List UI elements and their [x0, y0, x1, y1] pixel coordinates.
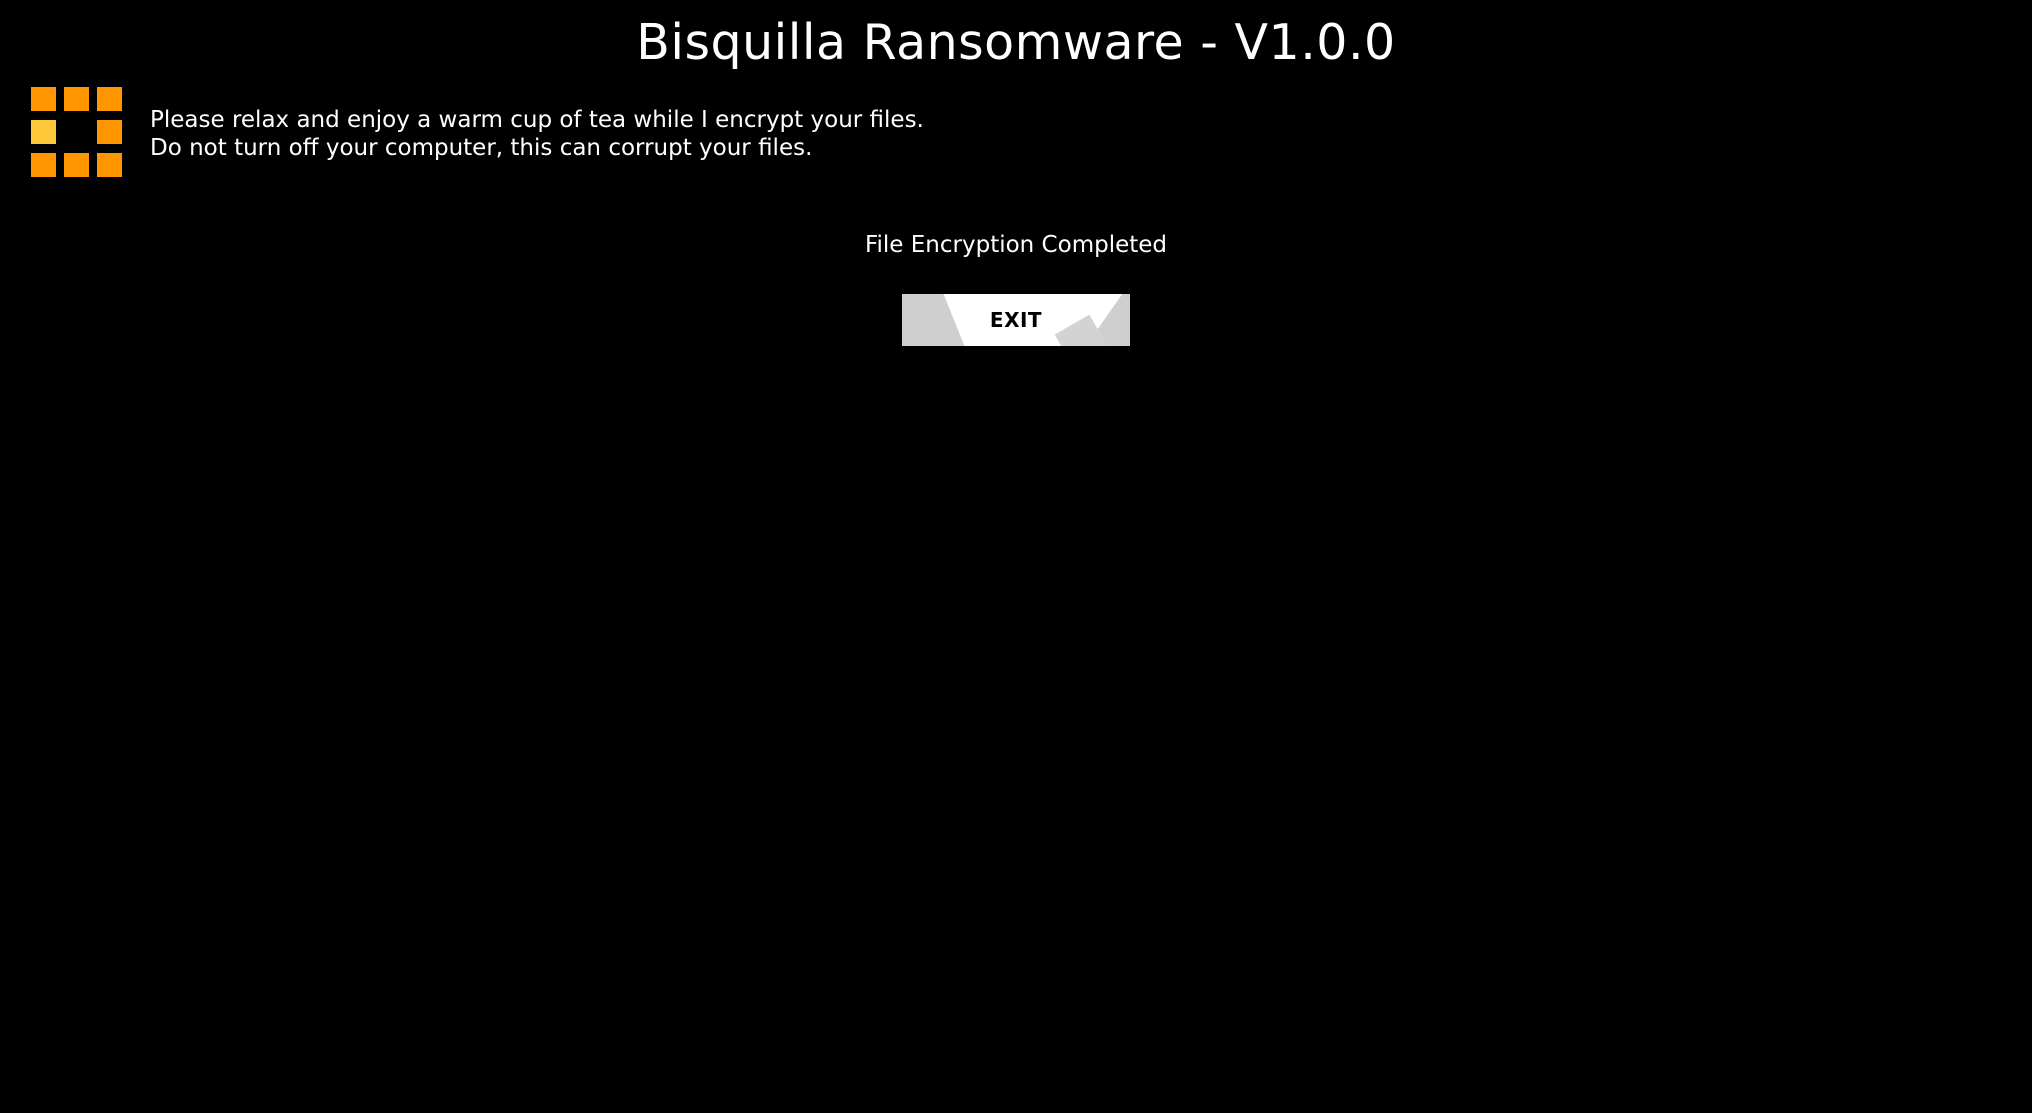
spinner-cell [64, 153, 89, 177]
ransomware-window: Bisquilla Ransomware - V1.0.0 Please rel… [0, 0, 2032, 1113]
exit-button[interactable]: EXIT [902, 294, 1130, 346]
spinner-cell [97, 87, 122, 111]
info-message: Please relax and enjoy a warm cup of tea… [150, 106, 924, 162]
spinner-cell [97, 120, 122, 144]
exit-button-label: EXIT [989, 308, 1043, 332]
app-title: Bisquilla Ransomware - V1.0.0 [636, 14, 1396, 71]
spinner-cell [31, 153, 56, 177]
info-message-line-1: Please relax and enjoy a warm cup of tea… [150, 107, 924, 133]
loading-spinner-icon [31, 87, 122, 177]
encryption-status: File Encryption Completed [864, 232, 1168, 258]
spinner-cell-active [31, 120, 56, 144]
spinner-cell [31, 87, 56, 111]
spinner-cell [97, 153, 122, 177]
info-message-line-2: Do not turn off your computer, this can … [150, 135, 813, 161]
spinner-cell [64, 87, 89, 111]
